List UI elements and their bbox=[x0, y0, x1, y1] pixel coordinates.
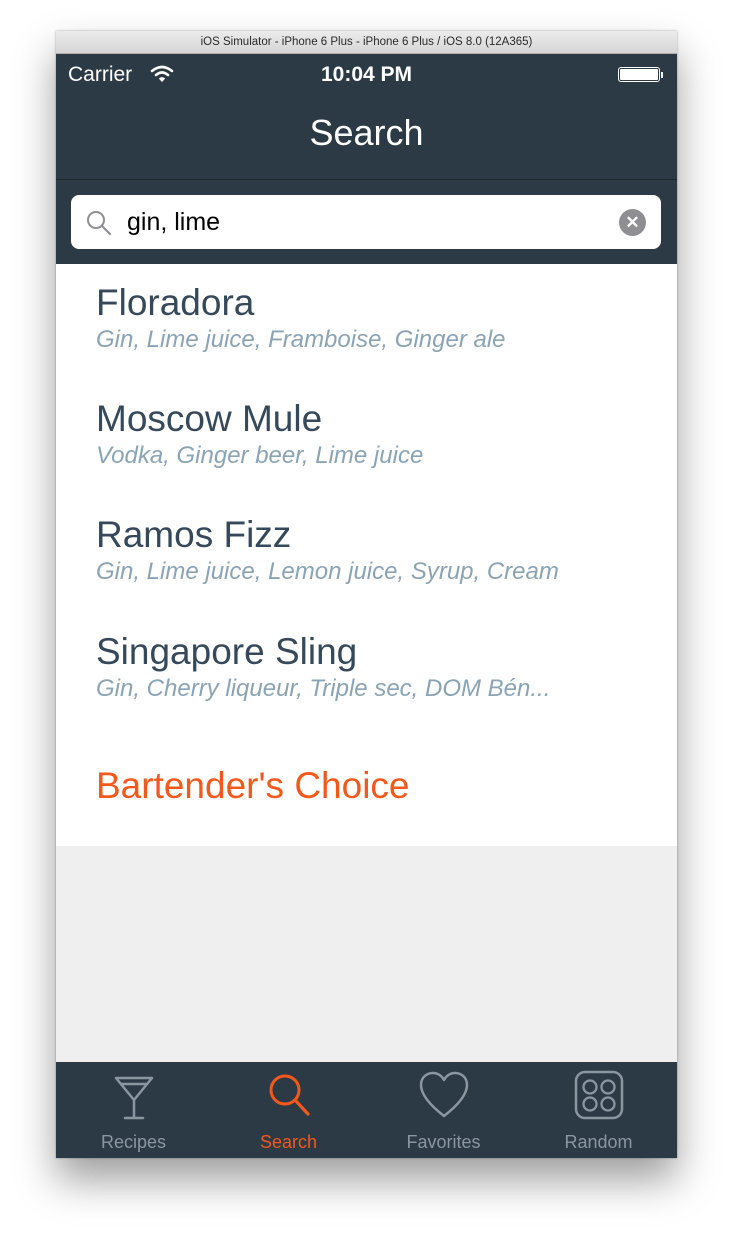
list-item[interactable]: Floradora Gin, Lime juice, Framboise, Gi… bbox=[96, 281, 656, 355]
battery-icon bbox=[618, 67, 660, 82]
battery-cap bbox=[661, 72, 663, 78]
recipe-name: Ramos Fizz bbox=[96, 514, 292, 555]
list-item[interactable]: Ramos Fizz Gin, Lime juice, Lemon juice,… bbox=[96, 513, 656, 587]
recipe-ingredients: Vodka, Ginger beer, Lime juice bbox=[96, 442, 424, 469]
recipe-ingredients: Gin, Lime juice, Framboise, Ginger ale bbox=[96, 326, 506, 353]
recipe-name: Moscow Mule bbox=[96, 398, 323, 439]
results-list: Floradora Gin, Lime juice, Framboise, Gi… bbox=[56, 264, 677, 846]
tab-random[interactable]: Random bbox=[521, 1062, 676, 1158]
tab-label: Favorites bbox=[406, 1132, 481, 1152]
search-bar: ✕ bbox=[56, 179, 677, 265]
dice-icon bbox=[574, 1070, 623, 1120]
tab-label: Random bbox=[564, 1132, 633, 1152]
search-icon bbox=[87, 211, 112, 236]
window-title: iOS Simulator - iPhone 6 Plus - iPhone 6… bbox=[56, 31, 677, 54]
recipe-name: Floradora bbox=[96, 282, 255, 323]
list-item[interactable]: Moscow Mule Vodka, Ginger beer, Lime jui… bbox=[96, 397, 656, 471]
search-icon bbox=[269, 1074, 310, 1116]
recipe-ingredients: Gin, Cherry liqueur, Triple sec, DOM Bén… bbox=[96, 675, 551, 702]
search-field[interactable]: ✕ bbox=[71, 195, 661, 249]
tab-favorites[interactable]: Favorites bbox=[366, 1062, 521, 1158]
page-title: Search bbox=[309, 112, 424, 153]
phone-header: Carrier 10:04 PM Search ✕ bbox=[56, 54, 677, 265]
cocktail-glass-icon bbox=[114, 1076, 153, 1120]
simulator-window: iOS Simulator - iPhone 6 Plus - iPhone 6… bbox=[56, 31, 677, 1158]
tab-bar: Recipes Search Favorites Random bbox=[56, 1062, 677, 1158]
heart-icon bbox=[419, 1071, 468, 1118]
tab-search[interactable]: Search bbox=[211, 1062, 366, 1158]
status-time: 10:04 PM bbox=[320, 63, 413, 86]
clear-x-icon[interactable]: ✕ bbox=[619, 209, 646, 236]
recipe-ingredients: Gin, Lime juice, Lemon juice, Syrup, Cre… bbox=[96, 558, 559, 585]
tab-recipes[interactable]: Recipes bbox=[56, 1062, 211, 1158]
list-item[interactable]: Singapore Sling Gin, Cherry liqueur, Tri… bbox=[96, 630, 656, 704]
tab-label: Recipes bbox=[100, 1132, 167, 1152]
tab-label: Search bbox=[259, 1132, 318, 1152]
bartenders-choice-link[interactable]: Bartender's Choice bbox=[96, 764, 410, 808]
recipe-name: Singapore Sling bbox=[96, 631, 358, 672]
status-bar: Carrier 10:04 PM bbox=[56, 54, 677, 96]
search-input[interactable] bbox=[127, 195, 597, 249]
